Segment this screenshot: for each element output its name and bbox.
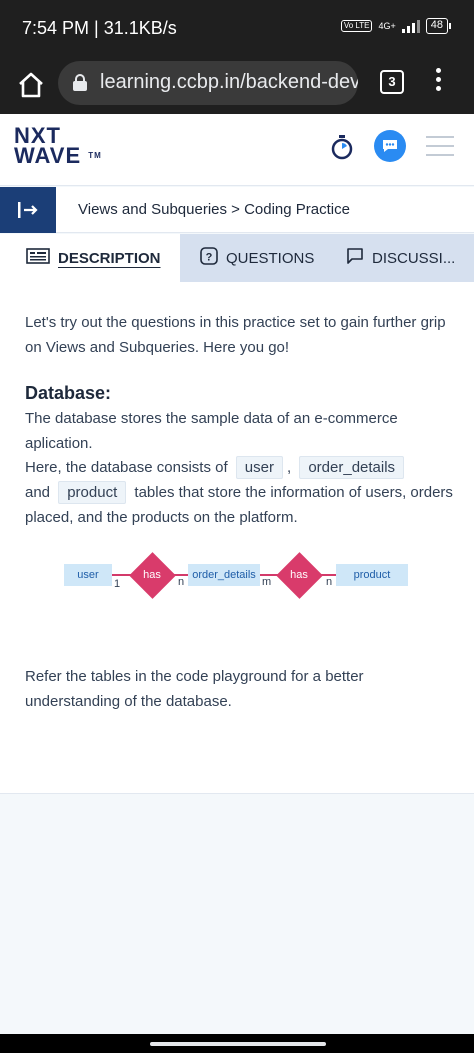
stopwatch-icon[interactable] bbox=[330, 134, 354, 165]
entity-order-details: order_details bbox=[188, 564, 260, 586]
tab-discussions[interactable]: DISCUSSI... bbox=[346, 234, 455, 282]
cardinality-label: n bbox=[326, 576, 333, 588]
battery-icon: 48 bbox=[425, 18, 452, 34]
entity-product: product bbox=[336, 564, 408, 586]
expand-sidebar-button[interactable] bbox=[0, 187, 56, 233]
cardinality-label: 1 bbox=[114, 578, 121, 590]
status-bar: 7:54 PM | 31.1KB/s Vo LTE 4G+ 48 bbox=[0, 0, 474, 58]
code-user: user bbox=[235, 456, 283, 479]
hamburger-menu-icon[interactable] bbox=[426, 136, 454, 163]
url-text: learning.ccbp.in/backend-dev bbox=[100, 71, 358, 93]
question-icon: ? bbox=[200, 247, 218, 269]
relation-label: has bbox=[290, 569, 308, 581]
home-gesture-bar[interactable] bbox=[150, 1042, 326, 1046]
tab-label: DISCUSSI... bbox=[372, 249, 456, 267]
svg-text:?: ? bbox=[206, 252, 213, 264]
code-product: product bbox=[58, 481, 127, 504]
app-header: NXT WAVE TM bbox=[0, 114, 474, 186]
more-options-icon[interactable] bbox=[432, 68, 444, 96]
volte-icon: Vo LTE bbox=[340, 20, 373, 32]
cardinality-label: m bbox=[262, 576, 272, 588]
relation-label: has bbox=[143, 569, 161, 581]
breadcrumb: Views and Subqueries > Coding Practice bbox=[78, 201, 350, 218]
tab-description[interactable]: DESCRIPTION bbox=[0, 234, 180, 282]
tab-questions[interactable]: ? QUESTIONS bbox=[200, 234, 314, 282]
description-panel: Let's try out the questions in this prac… bbox=[0, 282, 474, 794]
database-heading: Database: bbox=[25, 383, 112, 403]
signal-icon bbox=[401, 19, 420, 33]
lock-icon bbox=[72, 74, 88, 97]
chat-icon[interactable] bbox=[374, 130, 406, 162]
intro-text: Let's try out the questions in this prac… bbox=[25, 314, 446, 356]
status-time: 7:54 PM | 31.1KB/s bbox=[22, 18, 177, 38]
tab-bar: DESCRIPTION ? QUESTIONS DISCUSSI... bbox=[0, 234, 474, 282]
network-type: 4G+ bbox=[378, 21, 396, 31]
tab-label: QUESTIONS bbox=[226, 249, 315, 267]
breadcrumb-bar: Views and Subqueries > Coding Practice bbox=[0, 187, 474, 233]
database-description: The database stores the sample data of a… bbox=[25, 410, 398, 452]
browser-toolbar: learning.ccbp.in/backend-dev 3 bbox=[0, 58, 474, 114]
nxtwave-logo[interactable]: NXT WAVE TM bbox=[14, 125, 102, 167]
cardinality-label: n bbox=[178, 576, 185, 588]
comment-icon bbox=[346, 247, 364, 269]
footer-text: Refer the tables in the code playground … bbox=[25, 668, 364, 710]
tab-switcher-button[interactable]: 3 bbox=[380, 70, 404, 94]
address-bar[interactable]: learning.ccbp.in/backend-dev bbox=[58, 61, 358, 105]
home-icon[interactable] bbox=[16, 70, 46, 100]
tab-label: DESCRIPTION bbox=[58, 249, 161, 267]
database-tables-text: Here, the database consists of user, ord… bbox=[25, 455, 455, 530]
entity-user: user bbox=[64, 564, 112, 586]
description-icon bbox=[26, 248, 50, 268]
code-order-details: order_details bbox=[299, 456, 405, 479]
